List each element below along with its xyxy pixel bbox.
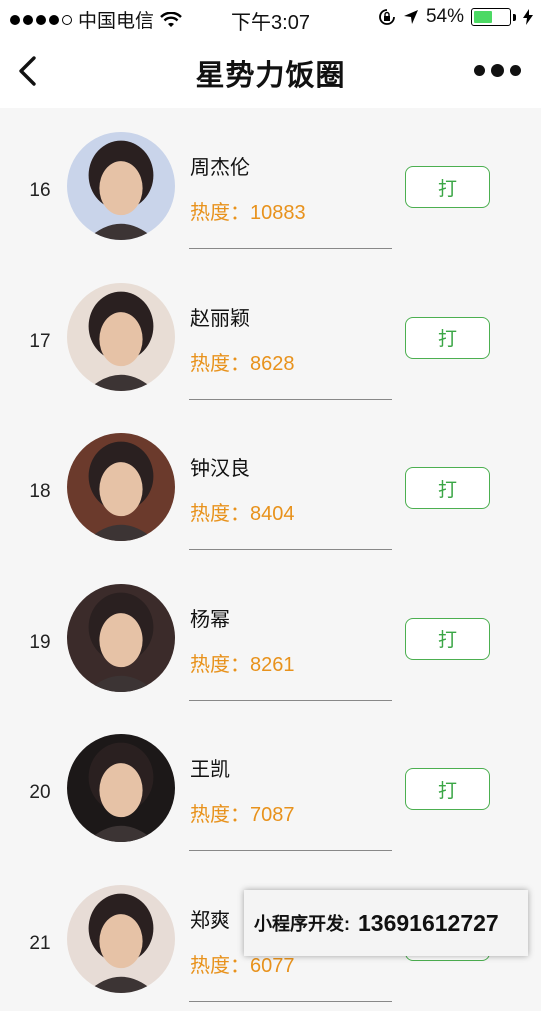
rank-number: 18 bbox=[20, 481, 60, 503]
star-name: 钟汉良 bbox=[190, 452, 250, 481]
rank-number: 21 bbox=[20, 933, 60, 955]
developer-label: 小程序开发: bbox=[254, 910, 350, 936]
star-name: 赵丽颖 bbox=[190, 302, 250, 331]
avatar[interactable] bbox=[67, 433, 175, 541]
avatar[interactable] bbox=[67, 132, 175, 240]
developer-phone: 13691612727 bbox=[358, 910, 499, 937]
heat-label: 热度： bbox=[190, 955, 250, 977]
location-arrow-icon bbox=[403, 9, 419, 25]
star-name: 杨幂 bbox=[190, 603, 230, 632]
rank-number: 20 bbox=[20, 782, 60, 804]
heat-number: 6077 bbox=[250, 955, 295, 977]
divider bbox=[189, 399, 392, 400]
heat-value: 热度：8628 bbox=[190, 347, 295, 376]
heat-label: 热度： bbox=[190, 804, 250, 826]
rank-number: 17 bbox=[20, 331, 60, 353]
heat-number: 10883 bbox=[250, 202, 306, 224]
divider bbox=[189, 248, 392, 249]
avatar-image bbox=[67, 885, 175, 993]
avatar[interactable] bbox=[67, 283, 175, 391]
divider bbox=[189, 700, 392, 701]
avatar[interactable] bbox=[67, 885, 175, 993]
star-name: 郑爽 bbox=[190, 904, 230, 933]
star-name: 王凯 bbox=[190, 753, 230, 782]
vote-button[interactable]: 打 bbox=[405, 166, 490, 208]
heat-value: 热度：8404 bbox=[190, 497, 295, 526]
heat-value: 热度：8261 bbox=[190, 648, 295, 677]
avatar[interactable] bbox=[67, 734, 175, 842]
avatar-image bbox=[67, 433, 175, 541]
avatar-image bbox=[67, 132, 175, 240]
star-name: 周杰伦 bbox=[190, 151, 250, 180]
vote-button[interactable]: 打 bbox=[405, 618, 490, 660]
list-item[interactable]: 16 周杰伦热度：10883 打 bbox=[0, 108, 541, 259]
rank-number: 19 bbox=[20, 632, 60, 654]
list-item[interactable]: 20 王凯热度：7087 打 bbox=[0, 710, 541, 861]
status-right-group: 54% bbox=[378, 6, 533, 28]
vote-button[interactable]: 打 bbox=[405, 768, 490, 810]
avatar[interactable] bbox=[67, 584, 175, 692]
avatar-image bbox=[67, 734, 175, 842]
heat-value: 热度：10883 bbox=[190, 196, 306, 225]
heat-label: 热度： bbox=[190, 353, 250, 375]
avatar-image bbox=[67, 584, 175, 692]
battery-icon bbox=[471, 8, 511, 26]
heat-number: 7087 bbox=[250, 804, 295, 826]
heat-label: 热度： bbox=[190, 503, 250, 525]
divider bbox=[189, 549, 392, 550]
developer-contact-banner: 小程序开发: 13691612727 bbox=[244, 890, 528, 956]
heat-value: 热度：7087 bbox=[190, 798, 295, 827]
divider bbox=[189, 1001, 392, 1002]
page-title: 星势力饭圈 bbox=[0, 52, 541, 94]
list-item[interactable]: 19 杨幂热度：8261 打 bbox=[0, 560, 541, 711]
battery-percent: 54% bbox=[426, 6, 464, 28]
nav-bar: 星势力饭圈 bbox=[0, 34, 541, 108]
divider bbox=[189, 850, 392, 851]
ranking-list: 16周杰伦热度：10883打17赵丽颖热度：8628打18钟汉良热度：8404打… bbox=[0, 108, 541, 1011]
heat-label: 热度： bbox=[190, 202, 250, 224]
vote-button[interactable]: 打 bbox=[405, 467, 490, 509]
more-dots-icon[interactable] bbox=[474, 64, 521, 77]
status-bar: 中国电信 下午3:07 54% bbox=[0, 0, 541, 34]
heat-label: 热度： bbox=[190, 654, 250, 676]
orientation-lock-icon bbox=[378, 8, 396, 26]
list-item[interactable]: 18 钟汉良热度：8404 打 bbox=[0, 409, 541, 560]
vote-button[interactable]: 打 bbox=[405, 317, 490, 359]
list-item[interactable]: 17 赵丽颖热度：8628 打 bbox=[0, 259, 541, 410]
rank-number: 16 bbox=[20, 180, 60, 202]
heat-number: 8404 bbox=[250, 503, 295, 525]
charging-bolt-icon bbox=[523, 9, 533, 25]
heat-number: 8628 bbox=[250, 353, 295, 375]
avatar-image bbox=[67, 283, 175, 391]
heat-number: 8261 bbox=[250, 654, 295, 676]
